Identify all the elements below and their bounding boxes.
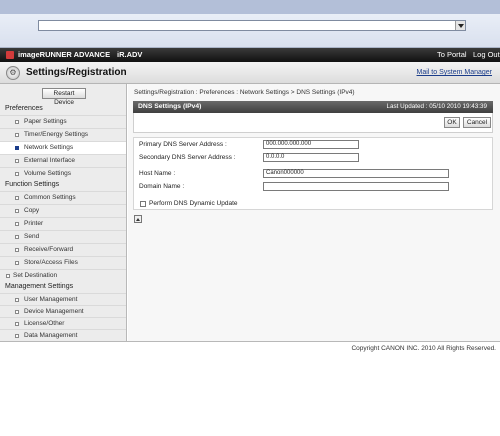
bullet-icon (15, 334, 19, 338)
bullet-icon (15, 310, 19, 314)
arrow-up-icon (136, 217, 140, 221)
bullet-icon (15, 133, 19, 137)
primary-dns-input[interactable]: 000.000.000.000 (263, 140, 359, 149)
dns-dynamic-update-checkbox[interactable] (140, 201, 146, 207)
log-out-link[interactable]: Log Out (473, 50, 500, 59)
sidebar-item-external-interface[interactable]: External Interface (0, 154, 126, 167)
secondary-dns-input[interactable]: 0.0.0.0 (263, 153, 359, 162)
brand-name: imageRUNNER ADVANCE (18, 50, 111, 59)
mail-to-system-manager-link[interactable]: Mail to System Manager (417, 69, 492, 76)
section-management-settings: Management Settings (5, 283, 74, 290)
model-name: iR.ADV (117, 50, 143, 59)
bullet-icon (15, 146, 19, 150)
app-header: imageRUNNER ADVANCE iR.ADV To Portal Log… (0, 48, 500, 62)
panel-header: DNS Settings (IPv4) Last Updated : 05/10… (133, 101, 493, 113)
to-portal-link[interactable]: To Portal (437, 50, 467, 59)
bullet-icon (6, 274, 10, 278)
page-title-bar: ⚙ Settings/Registration Mail to System M… (0, 62, 500, 84)
scroll-to-top-button[interactable] (134, 215, 142, 223)
primary-dns-label: Primary DNS Server Address : (139, 141, 227, 148)
breadcrumb: Settings/Registration : Preferences : Ne… (134, 89, 355, 96)
ok-button[interactable]: OK (444, 117, 460, 128)
settings-gear-icon: ⚙ (6, 66, 20, 80)
canon-logo-icon (6, 51, 14, 59)
domain-name-input[interactable] (263, 182, 449, 191)
sidebar-item-receive-forward[interactable]: Receive/Forward (0, 243, 126, 256)
browser-title-bar (0, 0, 500, 14)
panel-title: DNS Settings (IPv4) (138, 103, 202, 110)
sidebar-item-network-settings[interactable]: Network Settings (0, 141, 126, 154)
domain-name-label: Domain Name : (139, 183, 185, 190)
address-bar[interactable] (38, 20, 466, 31)
dns-dynamic-update-label: Perform DNS Dynamic Update (149, 200, 238, 207)
bullet-icon (15, 172, 19, 176)
section-function-settings: Function Settings (5, 181, 60, 188)
section-preferences: Preferences (5, 105, 43, 112)
sidebar-item-volume-settings[interactable]: Volume Settings (0, 167, 126, 180)
page-title: Settings/Registration (26, 67, 127, 78)
sidebar-item-store-access-files[interactable]: Store/Access Files (0, 256, 126, 269)
bullet-icon (15, 209, 19, 213)
last-updated: Last Updated : 05/10 2010 19:43:39 (386, 103, 487, 110)
footer: Copyright CANON INC. 2010 All Rights Res… (0, 341, 500, 354)
sidebar-item-paper-settings[interactable]: Paper Settings (0, 115, 126, 128)
host-name-input[interactable]: Canon000000 (263, 169, 449, 178)
bullet-icon (15, 298, 19, 302)
bullet-icon (15, 248, 19, 252)
sidebar: Restart Device Preferences Paper Setting… (0, 84, 127, 341)
copyright-text: Copyright CANON INC. 2010 All Rights Res… (351, 345, 496, 352)
bullet-icon (15, 159, 19, 163)
dns-settings-form: Primary DNS Server Address : 000.000.000… (133, 137, 493, 210)
address-dropdown-button[interactable] (455, 21, 465, 30)
sidebar-item-set-destination[interactable]: Set Destination (0, 269, 126, 282)
sidebar-item-timer-energy[interactable]: Timer/Energy Settings (0, 128, 126, 141)
sidebar-item-copy[interactable]: Copy (0, 204, 126, 217)
bullet-icon (15, 322, 19, 326)
host-name-label: Host Name : (139, 170, 176, 177)
chevron-down-icon (457, 23, 464, 28)
sidebar-item-common-settings[interactable]: Common Settings (0, 191, 126, 204)
restart-device-button[interactable]: Restart Device (42, 88, 86, 106)
main-content: Settings/Registration : Preferences : Ne… (128, 84, 500, 341)
sidebar-item-printer[interactable]: Printer (0, 217, 126, 230)
bullet-icon (15, 261, 19, 265)
bullet-icon (15, 222, 19, 226)
bullet-icon (15, 235, 19, 239)
bullet-icon (15, 120, 19, 124)
bullet-icon (15, 196, 19, 200)
cancel-button[interactable]: Cancel (463, 117, 491, 128)
sidebar-item-send[interactable]: Send (0, 230, 126, 243)
action-bar: OK Cancel (133, 113, 493, 133)
secondary-dns-label: Secondary DNS Server Address : (139, 154, 236, 161)
